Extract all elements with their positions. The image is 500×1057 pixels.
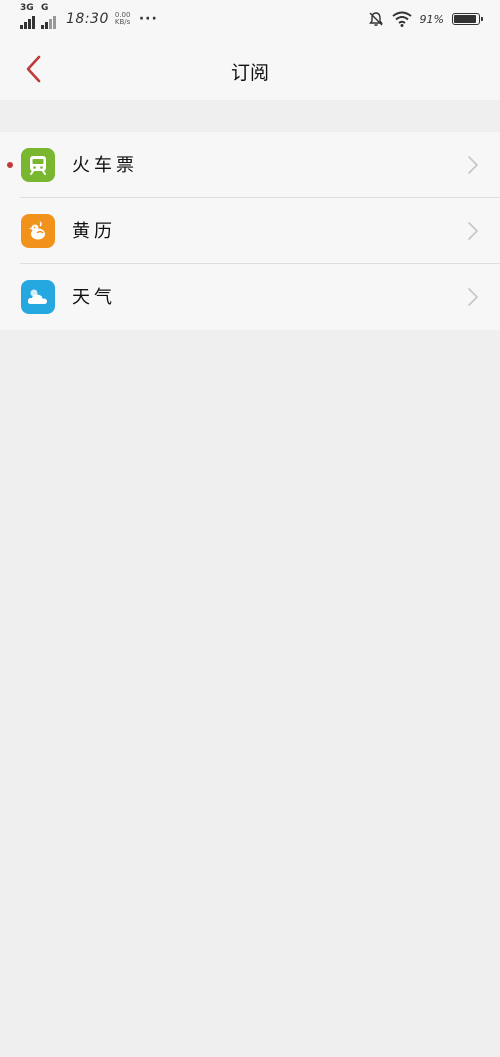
subscription-list: 火车票 黄历 天气 (0, 132, 500, 330)
battery-icon (452, 13, 483, 25)
navigation-bar: 订阅 (0, 38, 500, 100)
chevron-right-icon (468, 288, 478, 306)
status-right: 91% (368, 8, 483, 30)
almanac-bird-icon (21, 214, 55, 248)
weather-cloud-icon (21, 280, 55, 314)
subscription-item-3[interactable]: 天气 (0, 264, 500, 330)
unread-dot (7, 162, 13, 168)
clock: 18:30 (66, 11, 109, 27)
subscription-label: 天气 (72, 287, 116, 308)
network-speed: 0.00 KB/s (115, 12, 133, 26)
wifi-icon (391, 11, 412, 27)
signal-3g-icon: 3G (20, 3, 35, 29)
status-bar: 3G G 18:30 0.00 KB/s ··· 91% (0, 0, 500, 38)
mute-bell-icon (368, 12, 383, 26)
chevron-right-icon (468, 156, 478, 174)
battery-percent: 91% (419, 12, 444, 26)
signal-g-icon: G (41, 3, 56, 29)
chevron-right-icon (468, 222, 478, 240)
train-icon (21, 148, 55, 182)
battery-fill (454, 15, 476, 23)
network-type-1: 3G (20, 3, 34, 13)
network-speed-unit: KB/s (114, 18, 131, 26)
subscription-label: 火车票 (72, 155, 138, 176)
subscription-item-1[interactable]: 火车票 (0, 132, 500, 198)
network-type-2: G (41, 3, 49, 13)
status-left: 3G G 18:30 0.00 KB/s ··· (20, 3, 158, 30)
subscription-item-2[interactable]: 黄历 (0, 198, 500, 264)
page-title: 订阅 (230, 62, 269, 84)
subscription-label: 黄历 (72, 221, 116, 242)
more-notifications-icon: ··· (138, 11, 158, 27)
